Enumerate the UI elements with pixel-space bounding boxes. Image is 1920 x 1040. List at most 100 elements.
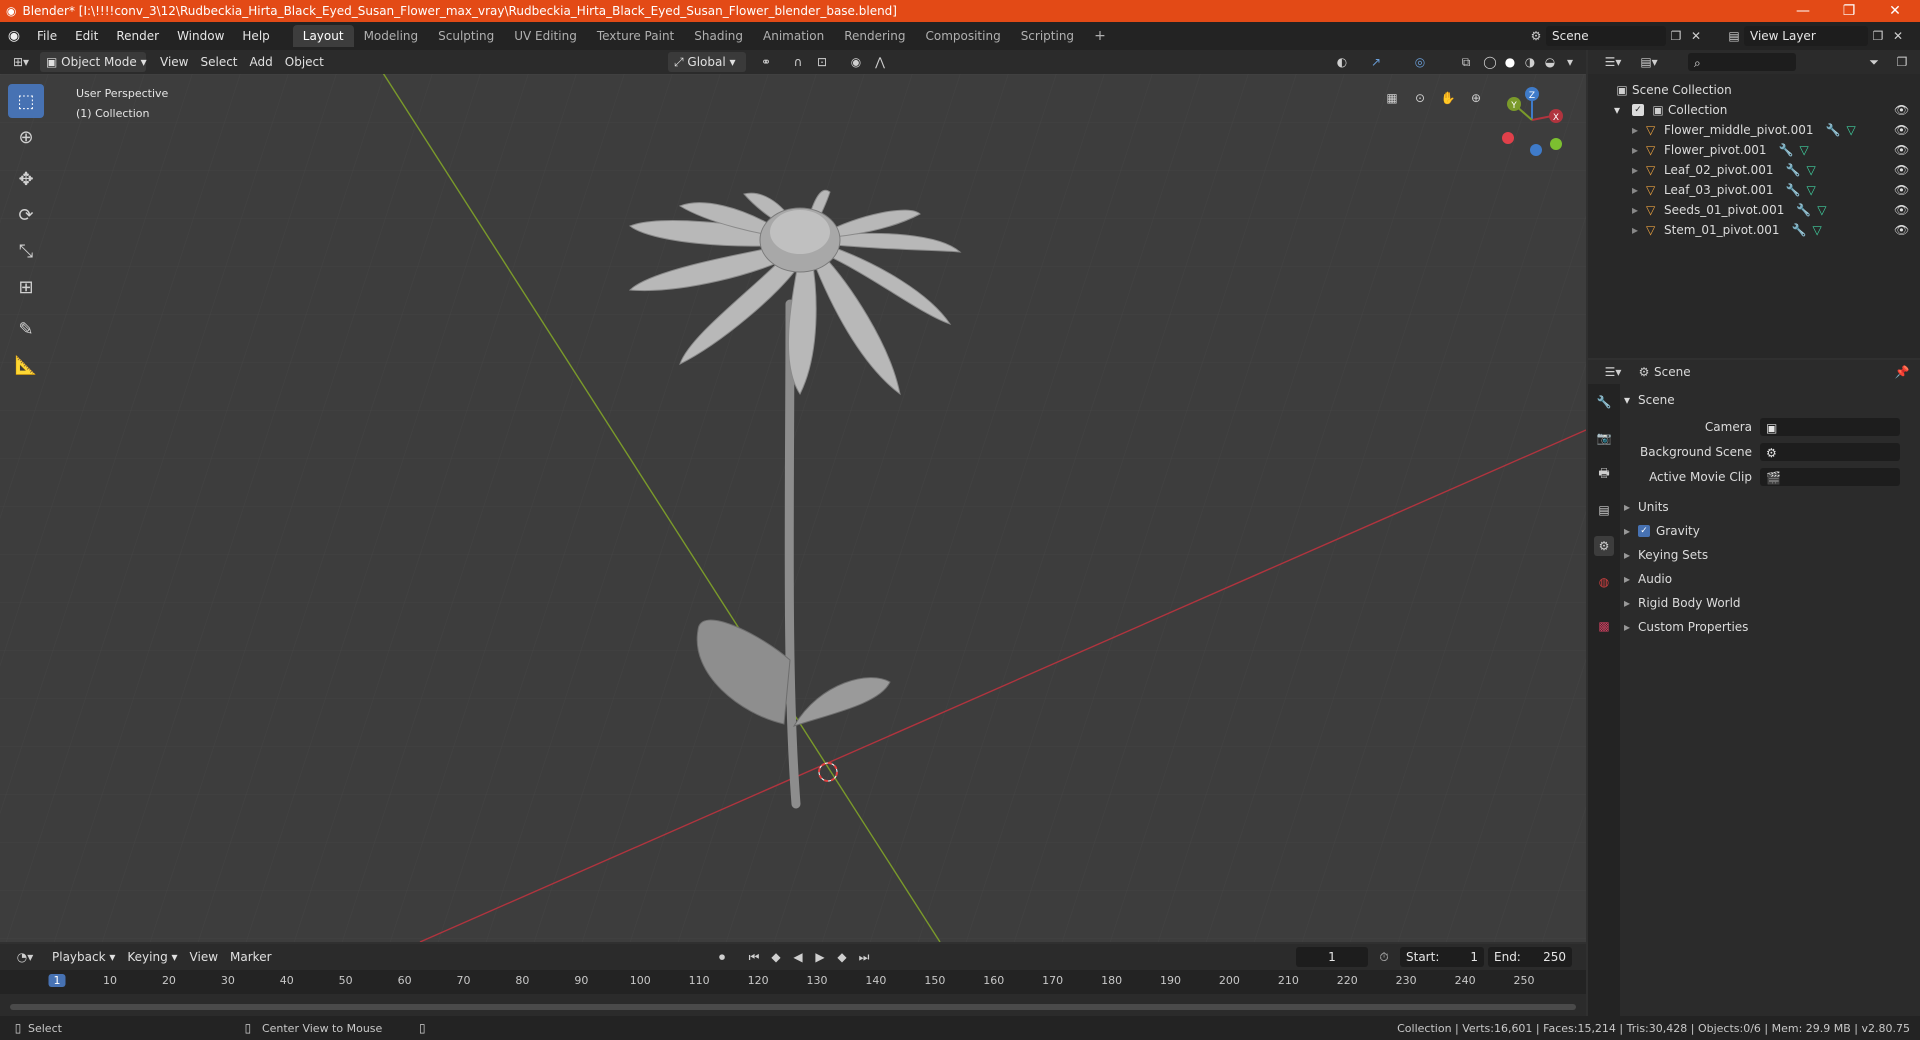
- modifier-wrench-icon[interactable]: 🔧: [1791, 223, 1806, 237]
- pin-icon[interactable]: 📌: [1892, 362, 1912, 382]
- world-tab-icon[interactable]: ◍: [1594, 572, 1614, 592]
- expand-arrow-icon[interactable]: ▸: [1632, 123, 1646, 137]
- collection-eye-icon[interactable]: 👁: [1894, 103, 1909, 117]
- annotate-tool-icon[interactable]: ✎: [8, 312, 44, 346]
- play-icon[interactable]: ▶: [810, 947, 830, 967]
- tab-animation[interactable]: Animation: [753, 25, 834, 47]
- solid-shading-icon[interactable]: ●: [1500, 52, 1520, 72]
- play-reverse-icon[interactable]: ◀: [788, 947, 808, 967]
- wireframe-shading-icon[interactable]: ◯: [1480, 52, 1500, 72]
- outliner-item[interactable]: ▸ ▽ Leaf_03_pivot.001 🔧 ▽ 👁: [1588, 180, 1920, 200]
- outliner-item[interactable]: ▸ ▽ Leaf_02_pivot.001 🔧 ▽ 👁: [1588, 160, 1920, 180]
- collection-checkbox[interactable]: ✓: [1632, 104, 1644, 116]
- tab-compositing[interactable]: Compositing: [915, 25, 1010, 47]
- tab-sculpting[interactable]: Sculpting: [428, 25, 504, 47]
- measure-tool-icon[interactable]: 📐: [8, 348, 44, 382]
- display-mode-icon[interactable]: ▤▾: [1634, 52, 1664, 72]
- scene-field[interactable]: Scene: [1546, 26, 1666, 46]
- tool-tab-icon[interactable]: 🔧: [1594, 392, 1614, 412]
- menu-keying[interactable]: Keying ▾: [121, 947, 183, 967]
- jump-keyframe-back-icon[interactable]: ◆: [766, 947, 786, 967]
- panel-audio[interactable]: ▸ Audio: [1624, 567, 1914, 591]
- delete-scene-icon[interactable]: ✕: [1686, 26, 1706, 46]
- move-tool-icon[interactable]: ✥: [8, 162, 44, 196]
- output-tab-icon[interactable]: 🖶: [1594, 464, 1614, 484]
- menu-file[interactable]: File: [28, 25, 66, 47]
- mesh-data-icon[interactable]: ▽: [1806, 183, 1815, 197]
- jump-keyframe-forward-icon[interactable]: ◆: [832, 947, 852, 967]
- mesh-data-icon[interactable]: ▽: [1846, 123, 1855, 137]
- tab-scripting[interactable]: Scripting: [1011, 25, 1084, 47]
- menu-render[interactable]: Render: [107, 25, 168, 47]
- minimize-button[interactable]: —: [1780, 0, 1826, 22]
- texture-tab-icon[interactable]: ▩: [1594, 616, 1614, 636]
- outliner-search-input[interactable]: ⌕: [1688, 53, 1796, 71]
- view-layer-field[interactable]: View Layer: [1744, 26, 1868, 46]
- select-box-tool-icon[interactable]: ⬚: [8, 84, 44, 118]
- render-tab-icon[interactable]: 📷: [1594, 428, 1614, 448]
- 3d-viewport[interactable]: User Perspective (1) Collection ▦ ⊙ ✋ ⊕ …: [0, 74, 1586, 942]
- viewport-menu-view[interactable]: View: [154, 52, 194, 72]
- timeline-editor-type-icon[interactable]: ◔▾: [10, 947, 40, 967]
- mode-dropdown[interactable]: ▣ Object Mode ▾: [40, 52, 147, 72]
- view-layer-icon[interactable]: ▤: [1724, 26, 1744, 46]
- modifier-wrench-icon[interactable]: 🔧: [1786, 163, 1801, 177]
- collection-row[interactable]: ▾ ✓ ▣ Collection 👁: [1588, 100, 1920, 120]
- properties-editor-type-icon[interactable]: ☰▾: [1598, 362, 1628, 382]
- filter-icon[interactable]: ⏷: [1864, 52, 1884, 72]
- active-movie-clip-field[interactable]: 🎬: [1760, 467, 1900, 486]
- mesh-data-icon[interactable]: ▽: [1806, 163, 1815, 177]
- delete-view-layer-icon[interactable]: ✕: [1888, 26, 1908, 46]
- snap-target-icon[interactable]: ⊡: [812, 52, 832, 72]
- eye-icon[interactable]: 👁: [1894, 223, 1909, 237]
- scene-collection-row[interactable]: ▣ Scene Collection: [1588, 80, 1920, 100]
- collapse-arrow-icon[interactable]: ▾: [1614, 103, 1628, 117]
- panel-rigid-body-world[interactable]: ▸ Rigid Body World: [1624, 591, 1914, 615]
- background-scene-field[interactable]: ⚙: [1760, 442, 1900, 461]
- current-frame-field[interactable]: 1: [1296, 947, 1368, 967]
- frame-ruler[interactable]: 1 10 20 30 40 50 60 70 80 90 100 110 120 130 140 150 160…: [0, 970, 1586, 994]
- axis-gizmo[interactable]: Z X Y: [1490, 76, 1580, 166]
- tab-shading[interactable]: Shading: [684, 25, 753, 47]
- maximize-button[interactable]: ❐: [1826, 0, 1872, 22]
- panel-keying-sets[interactable]: ▸ Keying Sets: [1624, 543, 1914, 567]
- viewport-menu-object[interactable]: Object: [279, 52, 330, 72]
- menu-playback[interactable]: Playback ▾: [46, 947, 121, 967]
- tab-modeling[interactable]: Modeling: [354, 25, 429, 47]
- blender-menu-icon[interactable]: ◉: [0, 28, 28, 44]
- gizmo-toggle-icon[interactable]: ↗: [1366, 52, 1386, 72]
- tab-texture-paint[interactable]: Texture Paint: [587, 25, 684, 47]
- stopwatch-icon[interactable]: ⏱: [1374, 947, 1394, 967]
- rotate-tool-icon[interactable]: ⟳: [8, 198, 44, 232]
- tab-layout[interactable]: Layout: [292, 25, 354, 47]
- menu-timeline-view[interactable]: View: [184, 947, 224, 967]
- orientation-dropdown[interactable]: ⤢ Global ▾: [668, 52, 746, 72]
- menu-help[interactable]: Help: [233, 25, 278, 47]
- mesh-data-icon[interactable]: ▽: [1817, 203, 1826, 217]
- shading-options-icon[interactable]: ▾: [1560, 52, 1580, 72]
- menu-marker[interactable]: Marker: [224, 947, 277, 967]
- eye-icon[interactable]: 👁: [1894, 123, 1909, 137]
- pivot-icon[interactable]: ⚭: [756, 52, 776, 72]
- proportional-edit-icon[interactable]: ◉: [846, 52, 866, 72]
- outliner-item[interactable]: ▸ ▽ Seeds_01_pivot.001 🔧 ▽ 👁: [1588, 200, 1920, 220]
- menu-window[interactable]: Window: [168, 25, 233, 47]
- material-shading-icon[interactable]: ◑: [1520, 52, 1540, 72]
- editor-type-icon[interactable]: ⊞▾: [6, 52, 36, 72]
- timeline-scrollbar[interactable]: [10, 1004, 1576, 1010]
- outliner-item[interactable]: ▸ ▽ Flower_middle_pivot.001 🔧 ▽ 👁: [1588, 120, 1920, 140]
- falloff-icon[interactable]: ⋀: [870, 52, 890, 72]
- zoom-icon[interactable]: ⊕: [1466, 88, 1486, 108]
- scene-tab-icon[interactable]: ⚙: [1594, 536, 1614, 556]
- modifier-wrench-icon[interactable]: 🔧: [1796, 203, 1811, 217]
- rendered-shading-icon[interactable]: ◒: [1540, 52, 1560, 72]
- scale-tool-icon[interactable]: ⤡: [8, 234, 44, 268]
- pan-hand-icon[interactable]: ✋: [1438, 88, 1458, 108]
- tab-rendering[interactable]: Rendering: [834, 25, 915, 47]
- scene-icon[interactable]: ⚙: [1526, 26, 1546, 46]
- transform-tool-icon[interactable]: ⊞: [8, 270, 44, 304]
- snap-icon[interactable]: ∩: [788, 52, 808, 72]
- eye-icon[interactable]: 👁: [1894, 183, 1909, 197]
- record-icon[interactable]: ⏺: [712, 947, 732, 967]
- modifier-wrench-icon[interactable]: 🔧: [1779, 143, 1794, 157]
